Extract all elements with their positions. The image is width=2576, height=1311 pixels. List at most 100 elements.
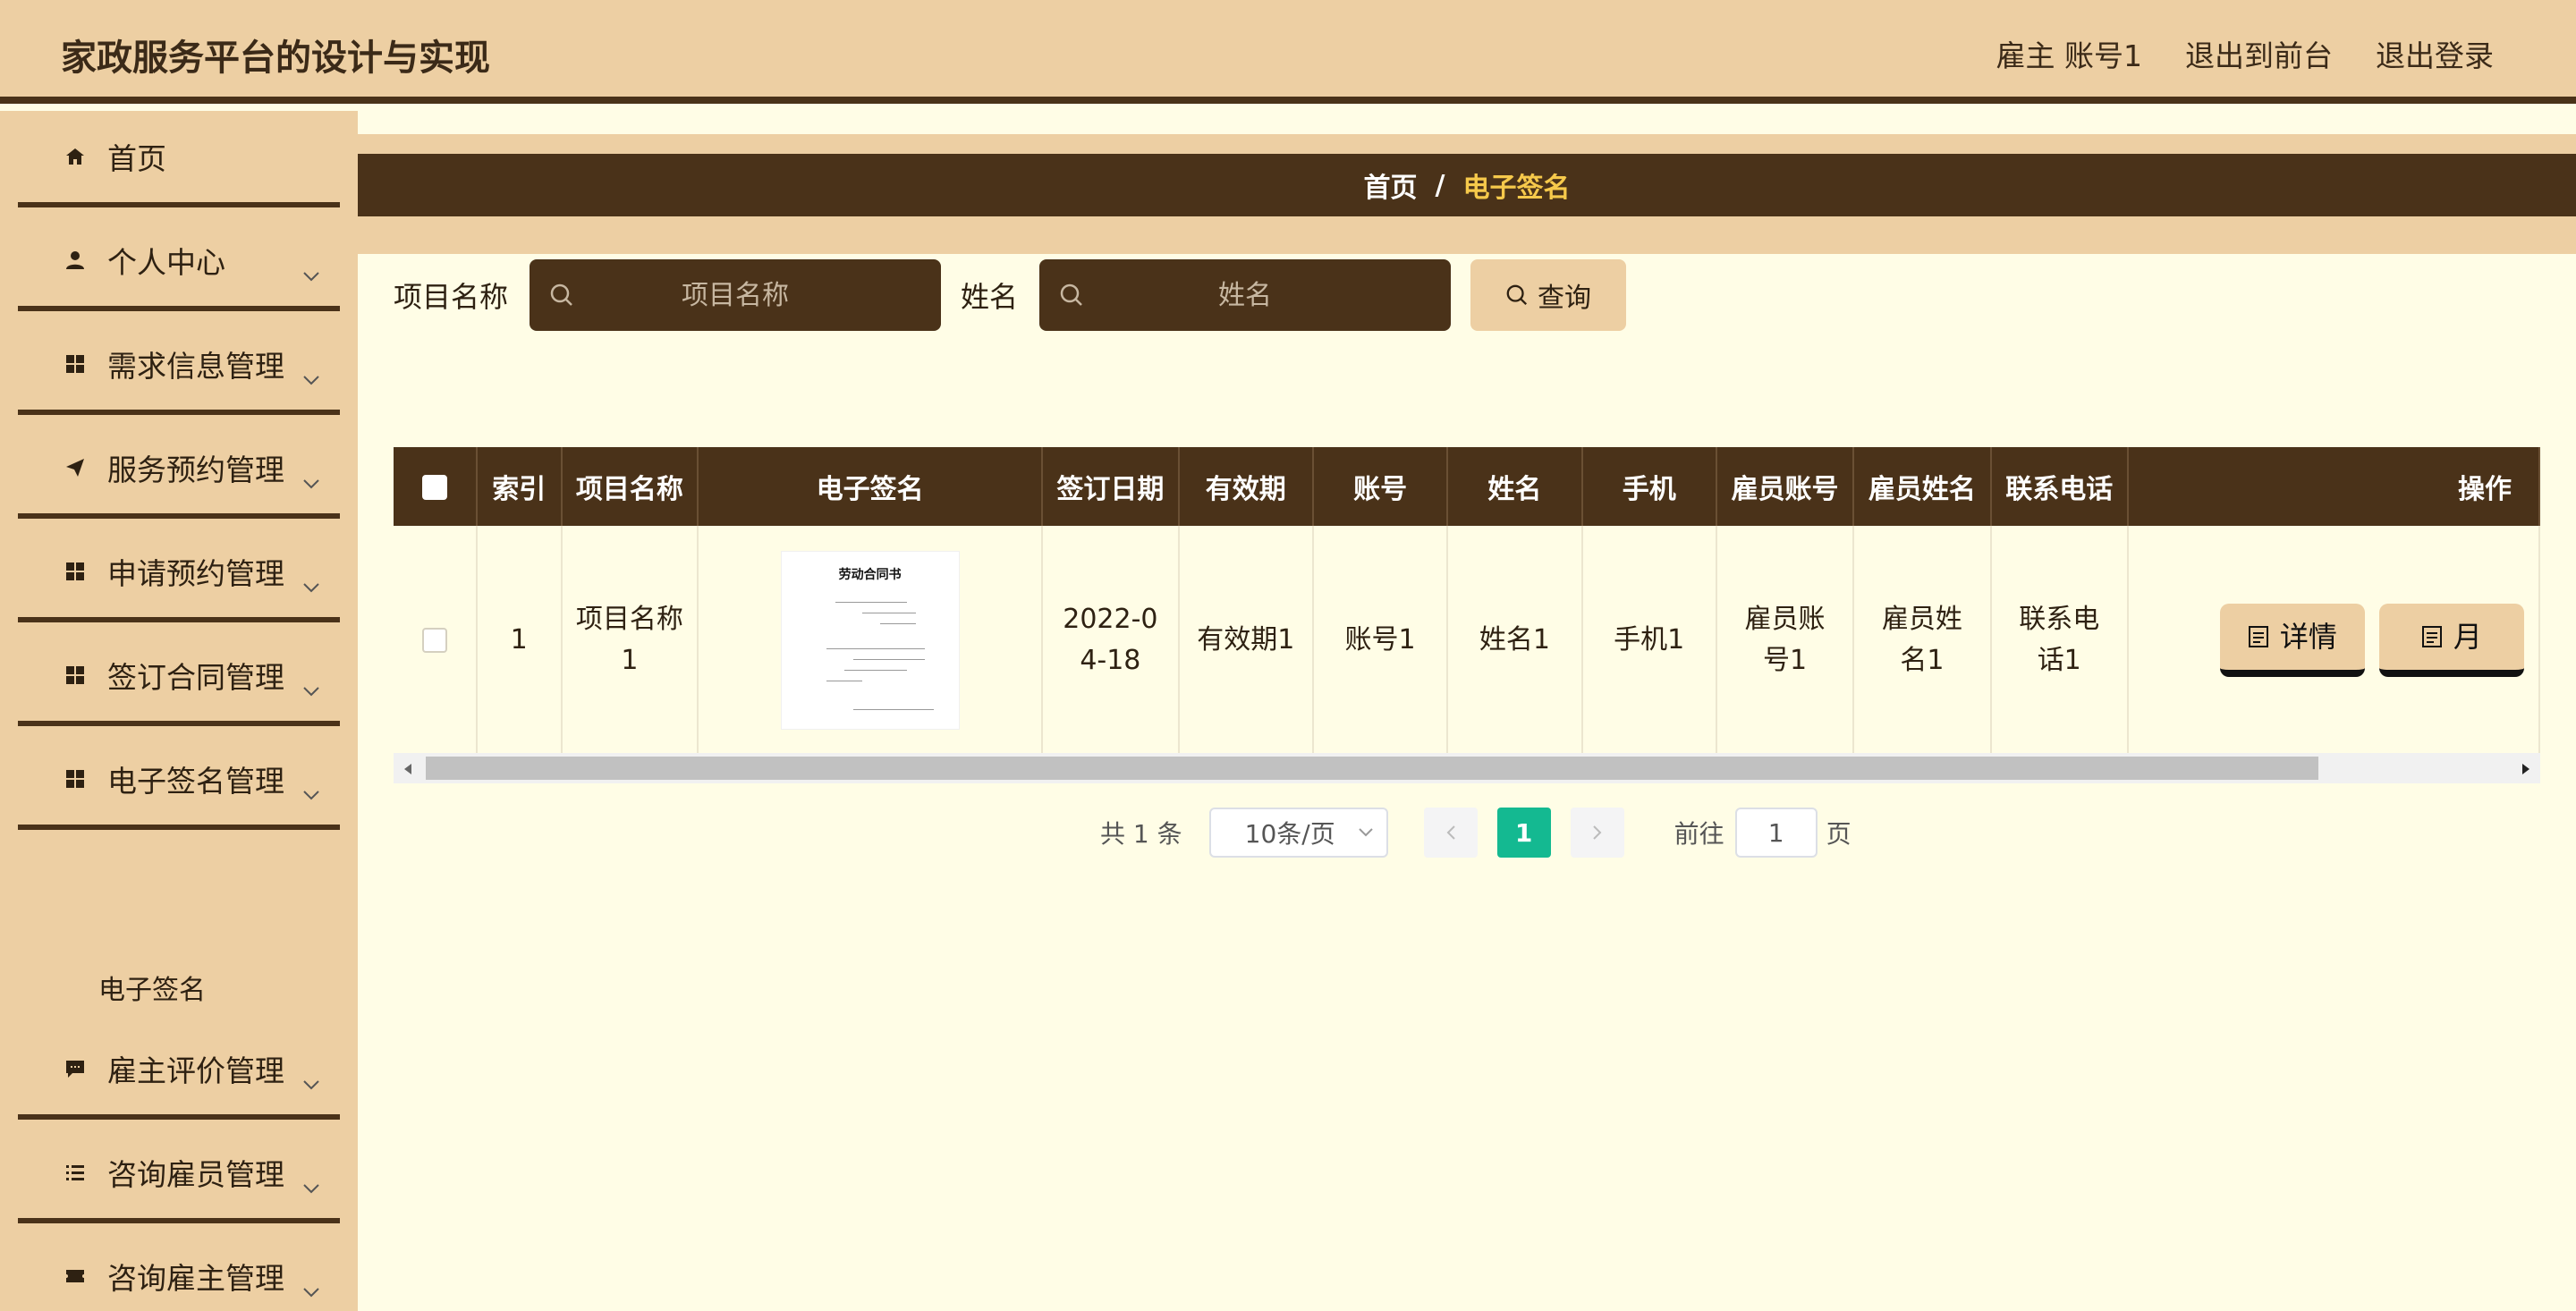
project-name-label: 项目名称 [394,280,509,314]
grid-icon [63,766,88,791]
app-title: 家政服务平台的设计与实现 [61,38,490,79]
cell-date: 2022-04-18 [1042,526,1180,756]
sidebar-item-demand-info[interactable]: 需求信息管理 [18,318,340,415]
page-suffix: 页 [1826,819,1852,849]
prev-page-button[interactable] [1423,808,1478,858]
cell-project: 项目名称1 [561,526,699,756]
cell-employee-name: 雇员姓名1 [1853,526,1992,756]
user-icon [63,248,88,273]
document-icon [2421,625,2442,647]
breadcrumb-separator: / [1435,169,1445,201]
exit-to-front-link[interactable]: 退出到前台 [2185,32,2333,75]
column-header: 电子签名 [698,447,1044,526]
send-icon [63,455,88,480]
scrollbar-thumb[interactable] [426,757,2318,780]
breadcrumb: 首页 / 电子签名 [358,154,2576,216]
sidebar-item-consult-employer[interactable]: 咨询雇主管理 [18,1231,340,1311]
name-label: 姓名 [961,280,1019,314]
chevron-down-icon [302,773,320,808]
doc-line [826,647,925,649]
data-table: 索引 项目名称 电子签名 签订日期 有效期 账号 姓名 手机 雇员账号 雇员姓名… [394,447,2540,756]
logout-link[interactable]: 退出登录 [2376,32,2494,75]
column-header: 签订日期 [1042,447,1180,526]
top-header: 家政服务平台的设计与实现 雇主 账号1 退出到前台 退出登录 [0,0,2576,104]
search-icon [549,283,574,311]
chevron-down-icon [302,565,320,600]
select-all-checkbox[interactable] [421,475,447,500]
table-header-row: 索引 项目名称 电子签名 签订日期 有效期 账号 姓名 手机 雇员账号 雇员姓名… [394,447,2540,526]
sidebar-item-label: 咨询雇员管理 [107,1157,284,1192]
list-icon [63,1160,88,1185]
column-header: 账号 [1312,447,1449,526]
row-checkbox[interactable] [421,628,447,653]
sidebar-item-contract[interactable]: 签订合同管理 [18,630,340,726]
query-button[interactable]: 查询 [1470,259,1627,331]
breadcrumb-strip: 首页 / 电子签名 [358,122,2576,254]
query-button-label: 查询 [1538,283,1592,314]
sidebar-item-home[interactable]: 首页 [18,111,340,207]
name-input[interactable] [1111,279,1380,311]
cell-signature: 劳动合同书 [698,526,1044,756]
sidebar-item-label: 咨询雇主管理 [107,1261,284,1296]
sidebar: 首页 个人中心 需求信息管理 服务预约管理 申请预约管理 签订合同管理 电子签名… [0,111,358,1311]
doc-line [843,669,907,671]
column-header: 有效期 [1178,447,1314,526]
doc-line [835,601,907,603]
data-table-wrapper: 索引 项目名称 电子签名 签订日期 有效期 账号 姓名 手机 雇员账号 雇员姓名… [394,447,2540,787]
grid-icon [63,351,88,376]
column-header: 雇员账号 [1716,447,1855,526]
sidebar-item-e-signature[interactable]: 电子签名管理 [18,733,340,830]
goto-page-input[interactable] [1734,808,1818,858]
search-icon [1506,284,1528,306]
column-header: 雇员姓名 [1853,447,1992,526]
column-header: 手机 [1581,447,1717,526]
sidebar-item-label: 首页 [107,141,166,176]
column-header: 姓名 [1447,447,1583,526]
cell-project-text: 项目名称1 [575,603,683,676]
doc-line [852,708,934,710]
page-number-current[interactable]: 1 [1496,808,1551,858]
next-page-button[interactable] [1570,808,1624,858]
project-name-search-box [530,259,942,331]
column-header: 项目名称 [561,447,699,526]
scroll-left-icon[interactable] [402,762,413,779]
comment-icon [63,1056,88,1081]
sidebar-item-personal-center[interactable]: 个人中心 [18,215,340,311]
sidebar-item-label: 申请预约管理 [107,556,284,591]
project-name-input[interactable] [601,279,870,311]
cell-employee-account-text: 雇员账号1 [1744,603,1826,676]
breadcrumb-home[interactable]: 首页 [1364,165,1418,205]
breadcrumb-current: 电子签名 [1462,173,1571,204]
main-content: 首页 / 电子签名 项目名称 姓名 查询 [358,111,2576,1311]
cell-account: 账号1 [1312,526,1449,756]
cell-contact-phone-text: 联系电话1 [2019,603,2100,676]
row-select-cell [394,526,478,756]
horizontal-scrollbar[interactable] [394,753,2540,783]
document-icon [2248,625,2268,647]
pagination-total: 共 1 条 [1100,819,1182,849]
sidebar-item-service-booking[interactable]: 服务预约管理 [18,422,340,519]
sidebar-item-apply-booking[interactable]: 申请预约管理 [18,526,340,622]
sidebar-item-consult-employee[interactable]: 咨询雇员管理 [18,1127,340,1223]
detail-button[interactable]: 详情 [2219,603,2365,677]
sidebar-item-label: 雇主评价管理 [107,1053,284,1088]
second-action-button[interactable]: 月 [2378,603,2524,677]
page-size-select[interactable]: 10条/页 [1208,808,1388,858]
doc-line [879,622,916,624]
chevron-down-icon [302,1166,320,1201]
chevron-down-icon [302,254,320,289]
cell-name: 姓名1 [1447,526,1583,756]
cell-employee-account: 雇员账号1 [1716,526,1855,756]
current-user-link[interactable]: 雇主 账号1 [1996,32,2143,75]
signature-thumbnail[interactable]: 劳动合同书 [780,550,960,730]
table-row: 1 项目名称1 劳动合同书 2022-04-18 有效期1 账号1 姓名1 手机… [394,526,2540,756]
page-size-value: 10条/页 [1244,819,1335,849]
select-all-header [394,447,478,526]
sidebar-item-employer-review[interactable]: 雇主评价管理 [18,1023,340,1120]
submenu-item-e-signature[interactable]: 电子签名 [98,968,206,1007]
scroll-right-icon[interactable] [2521,762,2531,779]
home-icon [63,144,88,169]
goto-label: 前往 [1674,819,1724,849]
sidebar-item-label: 个人中心 [107,245,225,280]
ticket-icon [63,1264,88,1289]
